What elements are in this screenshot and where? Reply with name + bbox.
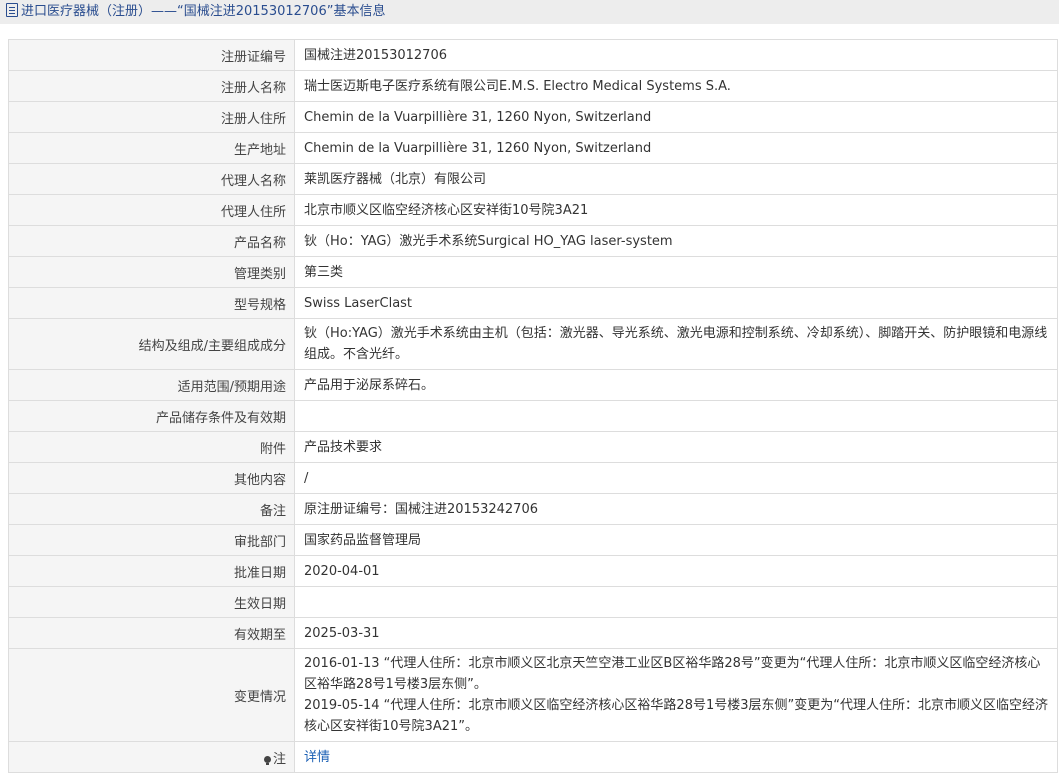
row-label: 管理类别 [8, 256, 295, 288]
row-value: 2025-03-31 [294, 617, 1058, 649]
row-label: 型号规格 [8, 287, 295, 319]
row-value: 原注册证编号：国械注进20153242706 [294, 493, 1058, 525]
table-row: 审批部门 国家药品监督管理局 [8, 524, 1058, 556]
row-value: 瑞士医迈斯电子医疗系统有限公司E.M.S. Electro Medical Sy… [294, 70, 1058, 102]
changes-label: 变更情况 [8, 648, 295, 742]
row-value: 产品技术要求 [294, 431, 1058, 463]
row-label: 附件 [8, 431, 295, 463]
row-label: 产品储存条件及有效期 [8, 400, 295, 432]
row-value: Chemin de la Vuarpillière 31, 1260 Nyon,… [294, 132, 1058, 164]
table-row: 注册证编号 国械注进20153012706 [8, 39, 1058, 71]
row-value: 第三类 [294, 256, 1058, 288]
table-row: 其他内容 / [8, 462, 1058, 494]
table-row: 适用范围/预期用途 产品用于泌尿系碎石。 [8, 369, 1058, 401]
row-value [294, 586, 1058, 618]
row-label: 生产地址 [8, 132, 295, 164]
lightbulb-icon [263, 755, 271, 765]
row-value: 莱凯医疗器械（北京）有限公司 [294, 163, 1058, 195]
table-row: 代理人名称 莱凯医疗器械（北京）有限公司 [8, 163, 1058, 195]
row-value [294, 400, 1058, 432]
row-label: 其他内容 [8, 462, 295, 494]
note-value: 详情 [294, 741, 1058, 773]
table-row: 型号规格 Swiss LaserClast [8, 287, 1058, 319]
row-label: 代理人名称 [8, 163, 295, 195]
page-title: 进口医疗器械（注册）——“国械注进20153012706”基本信息 [21, 4, 386, 19]
info-table: 注册证编号 国械注进20153012706 注册人名称 瑞士医迈斯电子医疗系统有限公… [8, 39, 1058, 773]
row-label: 有效期至 [8, 617, 295, 649]
document-icon [6, 3, 18, 17]
row-label: 批准日期 [8, 555, 295, 587]
row-label: 审批部门 [8, 524, 295, 556]
changes-value: 2016-01-13 “代理人住所：北京市顺义区北京天竺空港工业区B区裕华路28… [294, 648, 1058, 742]
page-title-bar: 进口医疗器械（注册）——“国械注进20153012706”基本信息 [0, 0, 1059, 24]
table-row: 产品储存条件及有效期 [8, 400, 1058, 432]
row-label: 注册人住所 [8, 101, 295, 133]
table-row: 代理人住所 北京市顺义区临空经济核心区安祥街10号院3A21 [8, 194, 1058, 226]
row-value: / [294, 462, 1058, 494]
row-label: 结构及组成/主要组成成分 [8, 318, 295, 370]
row-label: 注册证编号 [8, 39, 295, 71]
table-row: 注册人住所 Chemin de la Vuarpillière 31, 1260 … [8, 101, 1058, 133]
row-value: Chemin de la Vuarpillière 31, 1260 Nyon,… [294, 101, 1058, 133]
row-value: 国家药品监督管理局 [294, 524, 1058, 556]
table-row: 附件 产品技术要求 [8, 431, 1058, 463]
note-label-cell: 注 [8, 741, 295, 773]
row-label: 代理人住所 [8, 194, 295, 226]
row-value: 钬（Ho:YAG）激光手术系统由主机（包括：激光器、导光系统、激光电源和控制系统… [294, 318, 1058, 370]
table-row: 备注 原注册证编号：国械注进20153242706 [8, 493, 1058, 525]
table-row: 产品名称 钬（Ho：YAG）激光手术系统Surgical HO_YAG laser… [8, 225, 1058, 257]
row-label: 生效日期 [8, 586, 295, 618]
row-label: 适用范围/预期用途 [8, 369, 295, 401]
row-label: 注册人名称 [8, 70, 295, 102]
table-row: 结构及组成/主要组成成分 钬（Ho:YAG）激光手术系统由主机（包括：激光器、导光… [8, 318, 1058, 370]
table-row: 生效日期 [8, 586, 1058, 618]
table-row: 有效期至 2025-03-31 [8, 617, 1058, 649]
change-entry: 2019-05-14 “代理人住所：北京市顺义区临空经济核心区裕华路28号1号楼… [304, 698, 1048, 734]
change-entry: 2016-01-13 “代理人住所：北京市顺义区北京天竺空港工业区B区裕华路28… [304, 656, 1041, 692]
row-value: 2020-04-01 [294, 555, 1058, 587]
row-value: 钬（Ho：YAG）激光手术系统Surgical HO_YAG laser-sys… [294, 225, 1058, 257]
table-row-changes: 变更情况 2016-01-13 “代理人住所：北京市顺义区北京天竺空港工业区B区… [8, 648, 1058, 742]
details-link[interactable]: 详情 [304, 750, 330, 765]
note-label: 注 [272, 751, 286, 767]
table-row-note: 注 详情 [8, 741, 1058, 773]
table-row: 管理类别 第三类 [8, 256, 1058, 288]
table-row: 注册人名称 瑞士医迈斯电子医疗系统有限公司E.M.S. Electro Medic… [8, 70, 1058, 102]
table-row: 生产地址 Chemin de la Vuarpillière 31, 1260 N… [8, 132, 1058, 164]
row-label: 产品名称 [8, 225, 295, 257]
row-value: 产品用于泌尿系碎石。 [294, 369, 1058, 401]
row-label: 备注 [8, 493, 295, 525]
table-row: 批准日期 2020-04-01 [8, 555, 1058, 587]
row-value: 国械注进20153012706 [294, 39, 1058, 71]
row-value: Swiss LaserClast [294, 287, 1058, 319]
row-value: 北京市顺义区临空经济核心区安祥街10号院3A21 [294, 194, 1058, 226]
